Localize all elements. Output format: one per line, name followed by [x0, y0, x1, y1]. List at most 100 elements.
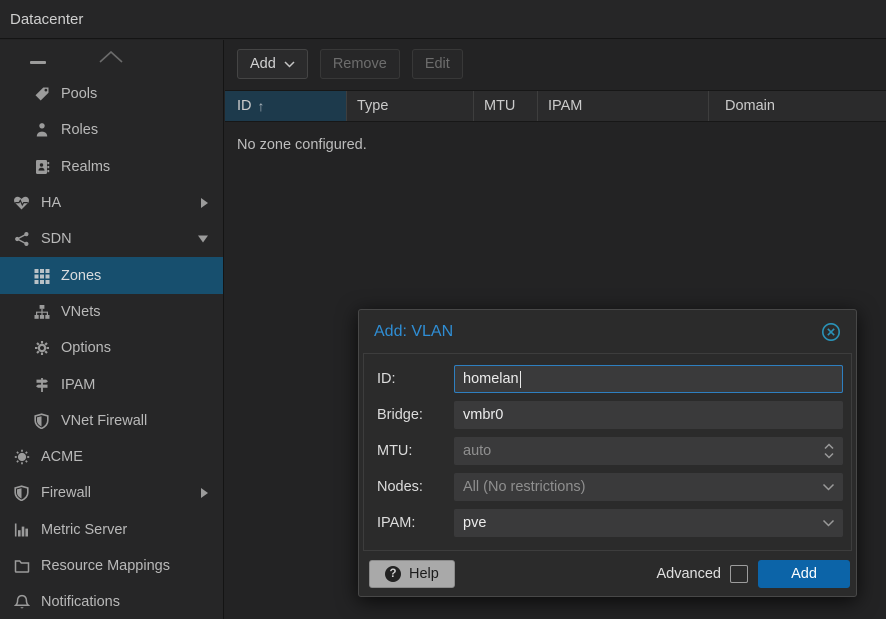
- sidebar-item-label: Pools: [61, 86, 97, 102]
- page-title: Datacenter: [10, 11, 83, 28]
- shield-icon: [32, 413, 51, 429]
- column-header-domain[interactable]: Domain: [709, 91, 886, 121]
- field-row-bridge: Bridge: vmbr0: [372, 401, 843, 429]
- nodes-field-label: Nodes:: [372, 479, 454, 495]
- advanced-checkbox[interactable]: [730, 565, 748, 583]
- advanced-label: Advanced: [657, 566, 722, 582]
- gear-icon: [32, 340, 51, 356]
- sidebar-item-label: Firewall: [41, 485, 91, 501]
- sidebar-item-label: VNets: [61, 304, 101, 320]
- sidebar-item-label: Roles: [61, 122, 98, 138]
- certificate-icon: [12, 449, 31, 465]
- tag-icon: [32, 86, 51, 102]
- chevron-down-icon: [284, 61, 295, 68]
- edit-button[interactable]: Edit: [412, 49, 463, 79]
- sidebar-item-firewall[interactable]: Firewall: [0, 475, 223, 511]
- column-header-ipam[interactable]: IPAM: [538, 91, 709, 121]
- sidebar-item-realms[interactable]: Realms: [0, 149, 223, 185]
- bridge-input[interactable]: vmbr0: [454, 401, 843, 429]
- help-button-label: Help: [409, 566, 439, 582]
- edit-button-label: Edit: [425, 56, 450, 72]
- column-header-mtu[interactable]: MTU: [474, 91, 538, 121]
- chevron-right-icon[interactable]: [201, 488, 208, 498]
- sidebar-item-zones[interactable]: Zones: [0, 257, 223, 293]
- sidebar-item-resource-mappings[interactable]: Resource Mappings: [0, 548, 223, 584]
- remove-button-label: Remove: [333, 56, 387, 72]
- sidebar-item-label: Options: [61, 340, 111, 356]
- add-vlan-dialog: Add: VLAN ID: homelan Bridge: vmbr0 MTU:…: [358, 309, 857, 597]
- chevron-down-icon[interactable]: [198, 236, 208, 243]
- sitemap-icon: [32, 304, 51, 320]
- sidebar-item-sdn[interactable]: SDN: [0, 221, 223, 257]
- add-button[interactable]: Add: [237, 49, 308, 79]
- sidebar-item-label: HA: [41, 195, 61, 211]
- chevron-down-icon[interactable]: [822, 474, 835, 500]
- submit-add-button[interactable]: Add: [758, 560, 850, 588]
- question-circle-icon: ?: [385, 566, 401, 582]
- shield-icon: [12, 485, 31, 501]
- close-icon[interactable]: [821, 322, 841, 342]
- empty-table-message: No zone configured.: [225, 122, 886, 153]
- ipam-field-label: IPAM:: [372, 515, 454, 531]
- top-bar: Datacenter: [0, 0, 886, 39]
- sidebar-item-label: VNet Firewall: [61, 413, 147, 429]
- address-book-icon: [32, 159, 51, 175]
- sidebar-item-label: SDN: [41, 231, 72, 247]
- chevron-down-icon[interactable]: [822, 510, 835, 536]
- sidebar: Pools Roles Realms HA SDN Zones: [0, 40, 224, 619]
- dialog-title: Add: VLAN: [374, 323, 453, 341]
- sort-ascending-icon: ↑: [258, 98, 265, 114]
- field-row-ipam: IPAM: pve: [372, 509, 843, 537]
- folder-icon: [12, 558, 31, 574]
- clipped-item-icon: [30, 61, 46, 64]
- zones-table-header: ID ↑ Type MTU IPAM Domain: [225, 90, 886, 122]
- id-input[interactable]: homelan: [454, 365, 843, 393]
- map-signs-icon: [32, 377, 51, 393]
- sidebar-item-ha[interactable]: HA: [0, 185, 223, 221]
- remove-button[interactable]: Remove: [320, 49, 400, 79]
- chevron-right-icon[interactable]: [201, 198, 208, 208]
- sidebar-item-notifications[interactable]: Notifications: [0, 584, 223, 619]
- heartbeat-icon: [12, 195, 31, 211]
- spinner-arrows-icon[interactable]: [823, 438, 835, 464]
- mtu-spinner[interactable]: auto: [454, 437, 843, 465]
- sidebar-item-label: Realms: [61, 159, 110, 175]
- bell-icon: [12, 594, 31, 610]
- sidebar-item-metric-server[interactable]: Metric Server: [0, 512, 223, 548]
- sidebar-item-vnet-firewall[interactable]: VNet Firewall: [0, 403, 223, 439]
- field-row-id: ID: homelan: [372, 365, 843, 393]
- submit-add-label: Add: [791, 566, 817, 582]
- field-row-mtu: MTU: auto: [372, 437, 843, 465]
- sidebar-item-label: Resource Mappings: [41, 558, 170, 574]
- sidebar-item-label: Zones: [61, 268, 101, 284]
- zones-toolbar: Add Remove Edit: [225, 40, 886, 90]
- column-header-id[interactable]: ID ↑: [225, 91, 347, 121]
- bridge-field-label: Bridge:: [372, 407, 454, 423]
- sidebar-item-label: ACME: [41, 449, 83, 465]
- add-button-label: Add: [250, 56, 276, 72]
- chevron-up-icon: [96, 50, 126, 64]
- id-field-label: ID:: [372, 371, 454, 387]
- sidebar-item-label: Metric Server: [41, 522, 127, 538]
- text-cursor: [520, 371, 522, 388]
- nodes-dropdown[interactable]: All (No restrictions): [454, 473, 843, 501]
- column-header-type[interactable]: Type: [347, 91, 474, 121]
- sidebar-scroll-indicator[interactable]: [0, 40, 223, 76]
- dialog-header[interactable]: Add: VLAN: [359, 310, 856, 353]
- mtu-field-label: MTU:: [372, 443, 454, 459]
- ipam-dropdown[interactable]: pve: [454, 509, 843, 537]
- dialog-footer: ? Help Advanced Add: [359, 551, 856, 596]
- user-icon: [32, 122, 51, 138]
- sidebar-item-options[interactable]: Options: [0, 330, 223, 366]
- sidebar-item-label: IPAM: [61, 377, 95, 393]
- grid-icon: [32, 268, 51, 284]
- field-row-nodes: Nodes: All (No restrictions): [372, 473, 843, 501]
- bar-chart-icon: [12, 522, 31, 538]
- sidebar-item-acme[interactable]: ACME: [0, 439, 223, 475]
- sidebar-item-vnets[interactable]: VNets: [0, 294, 223, 330]
- help-button[interactable]: ? Help: [369, 560, 455, 588]
- sidebar-item-label: Notifications: [41, 594, 120, 610]
- sidebar-item-ipam[interactable]: IPAM: [0, 366, 223, 402]
- sidebar-item-pools[interactable]: Pools: [0, 76, 223, 112]
- sidebar-item-roles[interactable]: Roles: [0, 112, 223, 148]
